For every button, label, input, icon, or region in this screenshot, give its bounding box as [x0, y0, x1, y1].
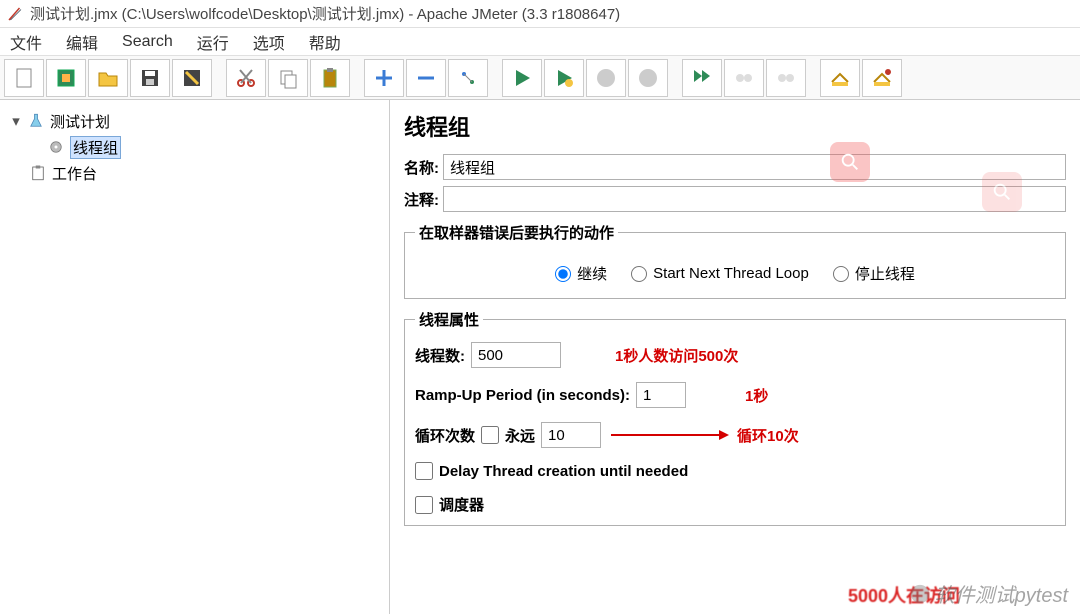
row-scheduler: 调度器 — [415, 494, 1055, 515]
wechat-icon — [909, 583, 931, 605]
label-ramp: Ramp-Up Period (in seconds): — [415, 387, 630, 404]
radio-continue-label[interactable]: 继续 — [555, 263, 607, 284]
open-button[interactable] — [88, 59, 128, 97]
label-forever: 永远 — [505, 425, 535, 446]
templates-button[interactable] — [46, 59, 86, 97]
watermark: 软件测试pytest — [909, 579, 1068, 608]
label-threads: 线程数: — [415, 345, 465, 366]
radio-stopthread-label[interactable]: 停止线程 — [833, 263, 915, 284]
panel-heading: 线程组 — [404, 110, 1066, 142]
input-loop[interactable] — [541, 422, 601, 448]
tree-label-testplan: 测试计划 — [50, 111, 110, 132]
menubar: 文件 编辑 Search 运行 选项 帮助 — [0, 28, 1080, 56]
menu-file[interactable]: 文件 — [10, 30, 42, 54]
search-overlay-icon — [830, 142, 870, 182]
checkbox-scheduler[interactable] — [415, 496, 433, 514]
shutdown-button[interactable] — [628, 59, 668, 97]
tree-row-testplan[interactable]: ▾ 测试计划 — [6, 108, 383, 134]
menu-search[interactable]: Search — [122, 33, 173, 51]
app-icon — [6, 5, 24, 23]
radio-startnext[interactable] — [631, 266, 647, 282]
row-name: 名称: — [404, 154, 1066, 180]
remote-shutdown-button[interactable] — [766, 59, 806, 97]
row-delay: Delay Thread creation until needed — [415, 462, 1055, 480]
row-loop: 循环次数 永远 循环10次 — [415, 422, 1055, 448]
note-threads: 1秒人数访问500次 — [615, 345, 738, 366]
main: ▾ 测试计划 线程组 工作台 线程组 名称: 注释: 在取样器错误后要执行的动作… — [0, 100, 1080, 614]
start-button[interactable] — [502, 59, 542, 97]
flask-icon — [26, 111, 46, 131]
label-scheduler: 调度器 — [439, 494, 484, 515]
tree-label-threadgroup: 线程组 — [70, 136, 121, 159]
row-ramp: Ramp-Up Period (in seconds): 1秒 — [415, 382, 1055, 408]
paste-button[interactable] — [310, 59, 350, 97]
note-loop: 循环10次 — [737, 425, 799, 446]
row-comment: 注释: — [404, 186, 1066, 212]
label-delay: Delay Thread creation until needed — [439, 463, 688, 480]
stop-button[interactable] — [586, 59, 626, 97]
expand-button[interactable] — [364, 59, 404, 97]
input-threads[interactable] — [471, 342, 561, 368]
clear-button[interactable] — [820, 59, 860, 97]
row-threads: 线程数: 1秒人数访问500次 — [415, 342, 1055, 368]
note-ramp: 1秒 — [745, 385, 768, 406]
radio-stopthread[interactable] — [833, 266, 849, 282]
remote-start-button[interactable] — [682, 59, 722, 97]
cut-button[interactable] — [226, 59, 266, 97]
checkbox-forever[interactable] — [481, 426, 499, 444]
legend-thread-props: 线程属性 — [415, 309, 483, 330]
start-no-pause-button[interactable] — [544, 59, 584, 97]
tree-label-workbench: 工作台 — [52, 163, 97, 184]
fieldset-thread-props: 线程属性 线程数: 1秒人数访问500次 Ramp-Up Period (in … — [404, 309, 1066, 526]
titlebar: 测试计划.jmx (C:\Users\wolfcode\Desktop\测试计划… — [0, 0, 1080, 28]
menu-edit[interactable]: 编辑 — [66, 30, 98, 54]
label-comment: 注释: — [404, 189, 439, 210]
toggle-button[interactable] — [448, 59, 488, 97]
gear-icon — [46, 137, 66, 157]
fieldset-error-action: 在取样器错误后要执行的动作 继续 Start Next Thread Loop … — [404, 222, 1066, 299]
arrow-icon — [611, 427, 731, 443]
menu-options[interactable]: 选项 — [253, 30, 285, 54]
copy-button[interactable] — [268, 59, 308, 97]
tree-row-workbench[interactable]: 工作台 — [6, 160, 383, 186]
menu-run[interactable]: 运行 — [197, 30, 229, 54]
remote-stop-button[interactable] — [724, 59, 764, 97]
window-title: 测试计划.jmx (C:\Users\wolfcode\Desktop\测试计划… — [30, 3, 620, 24]
radio-startnext-label[interactable]: Start Next Thread Loop — [631, 265, 809, 282]
tree-row-threadgroup[interactable]: 线程组 — [6, 134, 383, 160]
toolbar — [0, 56, 1080, 100]
menu-help[interactable]: 帮助 — [309, 30, 341, 54]
tree-panel: ▾ 测试计划 线程组 工作台 — [0, 100, 390, 614]
legend-error-action: 在取样器错误后要执行的动作 — [415, 222, 618, 243]
radio-continue[interactable] — [555, 266, 571, 282]
collapse-button[interactable] — [406, 59, 446, 97]
label-loop: 循环次数 — [415, 425, 475, 446]
label-name: 名称: — [404, 157, 439, 178]
tree-toggle-icon[interactable]: ▾ — [10, 112, 22, 130]
checkbox-delay[interactable] — [415, 462, 433, 480]
input-name[interactable] — [443, 154, 1066, 180]
clipboard-icon — [28, 163, 48, 183]
save-button[interactable] — [130, 59, 170, 97]
clear-all-button[interactable] — [862, 59, 902, 97]
new-button[interactable] — [4, 59, 44, 97]
save-as-button[interactable] — [172, 59, 212, 97]
search-overlay-icon-2 — [982, 172, 1022, 212]
input-comment[interactable] — [443, 186, 1066, 212]
input-ramp[interactable] — [636, 382, 686, 408]
thread-group-panel: 线程组 名称: 注释: 在取样器错误后要执行的动作 继续 Start Next … — [390, 100, 1080, 614]
